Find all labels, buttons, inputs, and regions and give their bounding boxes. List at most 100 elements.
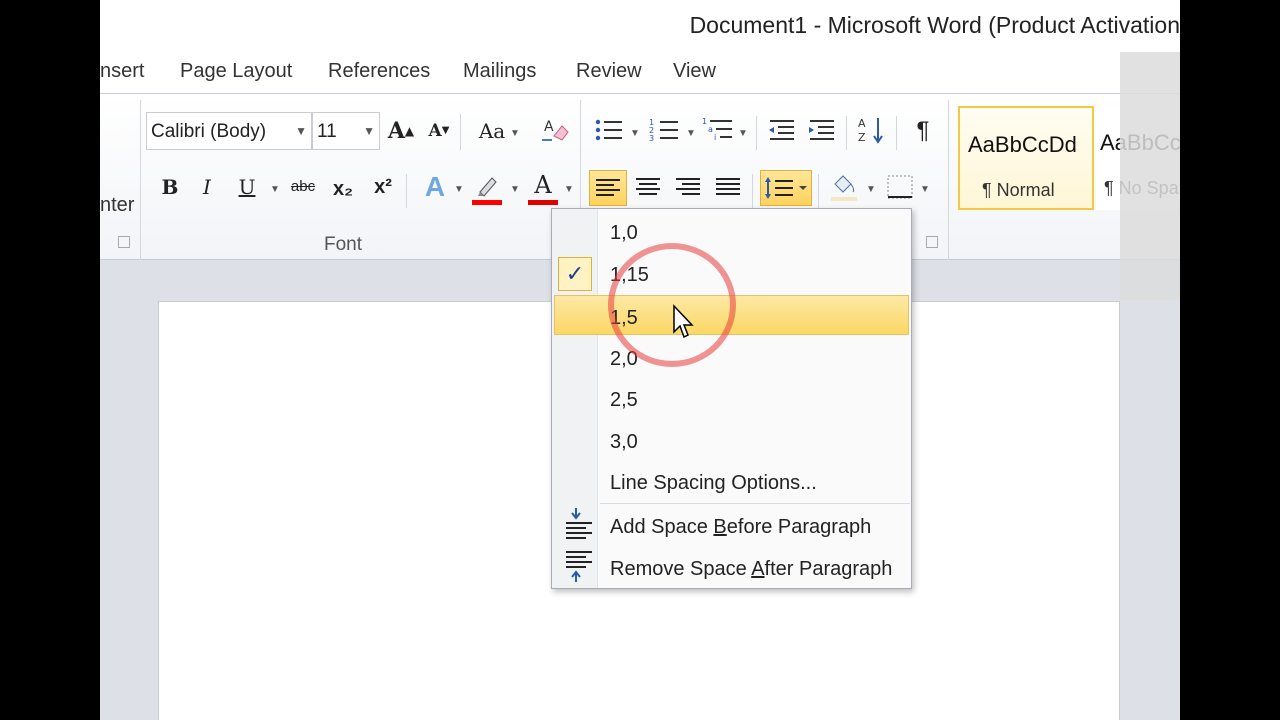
bullets-button[interactable] — [592, 112, 628, 148]
group-separator — [140, 100, 141, 260]
justify-button[interactable] — [710, 170, 746, 206]
style-normal[interactable]: AaBbCcDd ¶ Normal — [958, 106, 1094, 210]
chevron-down-icon[interactable]: ▼ — [270, 184, 280, 195]
font-color-strip — [528, 200, 558, 205]
style-sample: AaBbCcDd — [968, 132, 1077, 157]
multilevel-list-button[interactable]: 1 a i — [702, 112, 738, 148]
font-name-value: Calibri (Body) — [151, 121, 267, 142]
line-spacing-menu: 1,0 ✓ 1,15 1,5 2,0 2,5 3,0 Line Spacing … — [551, 208, 912, 589]
divider — [406, 174, 407, 208]
chevron-down-icon[interactable]: ▼ — [510, 128, 520, 139]
menu-item-add-space-before[interactable]: Add Space Before Paragraph — [554, 507, 909, 547]
multilevel-list-icon: 1 a i — [702, 117, 732, 142]
line-spacing-icon — [765, 177, 807, 199]
highlight-color-strip — [472, 200, 502, 205]
format-painter-label[interactable]: nter — [100, 188, 134, 224]
remove-space-after-icon — [566, 551, 592, 582]
font-group-label: Font — [324, 234, 363, 255]
borders-button[interactable] — [884, 170, 916, 206]
clear-formatting-icon: A — [542, 119, 569, 141]
italic-button[interactable]: I — [194, 170, 220, 206]
align-center-button[interactable] — [630, 170, 666, 206]
decrease-indent-button[interactable] — [764, 112, 800, 148]
menu-item-line-spacing-options[interactable]: Line Spacing Options... — [554, 463, 909, 503]
font-name-combo[interactable]: Calibri (Body) ▼ — [146, 112, 312, 150]
borders-icon — [887, 175, 913, 199]
shading-button[interactable] — [826, 170, 862, 206]
divider — [896, 116, 897, 150]
increase-indent-icon — [809, 120, 834, 140]
font-size-combo[interactable]: 11 ▼ — [312, 112, 380, 150]
sort-button[interactable]: A Z — [854, 112, 890, 148]
highlighter-icon — [478, 177, 497, 197]
menu-separator — [600, 503, 910, 504]
menu-item-3-0[interactable]: 3,0 — [554, 422, 909, 462]
divider — [818, 174, 819, 208]
align-right-icon — [676, 178, 700, 195]
tab-insert[interactable]: nsert — [100, 60, 144, 83]
font-color-button[interactable]: A — [528, 168, 558, 204]
chevron-down-icon[interactable]: ▼ — [510, 184, 520, 195]
svg-text:Z: Z — [858, 131, 866, 144]
tab-view[interactable]: View — [673, 60, 716, 83]
svg-text:1: 1 — [702, 117, 707, 126]
ribbon-tabs: nsert Page Layout References Mailings Re… — [100, 52, 1180, 94]
letterbox-right — [1180, 0, 1280, 720]
text-effects-button[interactable]: A — [418, 170, 452, 206]
divider — [756, 116, 757, 150]
paragraph-launcher-icon[interactable] — [926, 236, 938, 248]
bullets-icon — [595, 119, 622, 141]
decrease-indent-icon — [769, 120, 794, 140]
grow-font-button[interactable]: A▲ — [386, 114, 416, 150]
word-window: Document1 - Microsoft Word (Product Acti… — [100, 0, 1180, 720]
chevron-down-icon[interactable]: ▼ — [920, 184, 930, 195]
mouse-cursor-icon — [673, 304, 694, 339]
tab-references[interactable]: References — [328, 60, 430, 83]
svg-text:3: 3 — [649, 134, 654, 143]
bold-button[interactable]: B — [156, 170, 184, 206]
checkmark-icon: ✓ — [558, 257, 592, 291]
chevron-down-icon[interactable]: ▼ — [454, 184, 464, 195]
tab-mailings[interactable]: Mailings — [463, 60, 536, 83]
svg-text:A: A — [858, 117, 866, 130]
svg-text:a: a — [708, 125, 713, 134]
clear-formatting-button[interactable]: A — [540, 114, 570, 150]
show-marks-button[interactable]: ¶ — [908, 114, 938, 150]
window-title: Document1 - Microsoft Word (Product Acti… — [689, 12, 1180, 38]
align-left-button[interactable] — [589, 170, 627, 206]
svg-text:i: i — [714, 133, 716, 142]
chevron-down-icon: ▼ — [295, 124, 307, 138]
subscript-button[interactable]: x₂ — [328, 172, 358, 208]
justify-icon — [716, 178, 740, 195]
chevron-down-icon: ▼ — [363, 124, 375, 138]
chevron-down-icon[interactable]: ▼ — [686, 128, 696, 139]
divider — [752, 174, 753, 208]
align-center-icon — [636, 178, 660, 195]
chevron-down-icon[interactable]: ▼ — [564, 184, 574, 195]
paint-bucket-icon — [831, 175, 857, 201]
increase-indent-button[interactable] — [804, 112, 840, 148]
change-case-button[interactable]: Aa — [476, 114, 508, 150]
chevron-down-icon[interactable]: ▼ — [866, 184, 876, 195]
chevron-down-icon[interactable]: ▼ — [738, 128, 748, 139]
numbering-button[interactable]: 1 2 3 — [648, 112, 684, 148]
group-separator — [948, 100, 949, 260]
underline-button[interactable]: U — [234, 170, 260, 206]
chevron-down-icon[interactable]: ▼ — [630, 128, 640, 139]
strikethrough-button[interactable]: abc — [286, 170, 320, 206]
menu-item-1-0[interactable]: 1,0 — [554, 213, 909, 253]
tab-page-layout[interactable]: Page Layout — [180, 60, 292, 83]
align-right-button[interactable] — [670, 170, 706, 206]
right-overlay — [1120, 52, 1180, 300]
tab-review[interactable]: Review — [576, 60, 642, 83]
letterbox-left — [0, 0, 100, 720]
add-space-before-icon — [566, 508, 592, 539]
shrink-font-button[interactable]: A▼ — [426, 114, 452, 150]
title-bar: Document1 - Microsoft Word (Product Acti… — [100, 0, 1180, 52]
menu-item-remove-space-after[interactable]: Remove Space After Paragraph — [554, 549, 909, 589]
menu-item-2-5[interactable]: 2,5 — [554, 380, 909, 420]
menu-item-2-0[interactable]: 2,0 — [554, 339, 909, 379]
superscript-button[interactable]: x² — [368, 170, 398, 206]
line-spacing-button[interactable] — [760, 170, 812, 206]
clipboard-launcher-icon[interactable] — [118, 236, 130, 248]
